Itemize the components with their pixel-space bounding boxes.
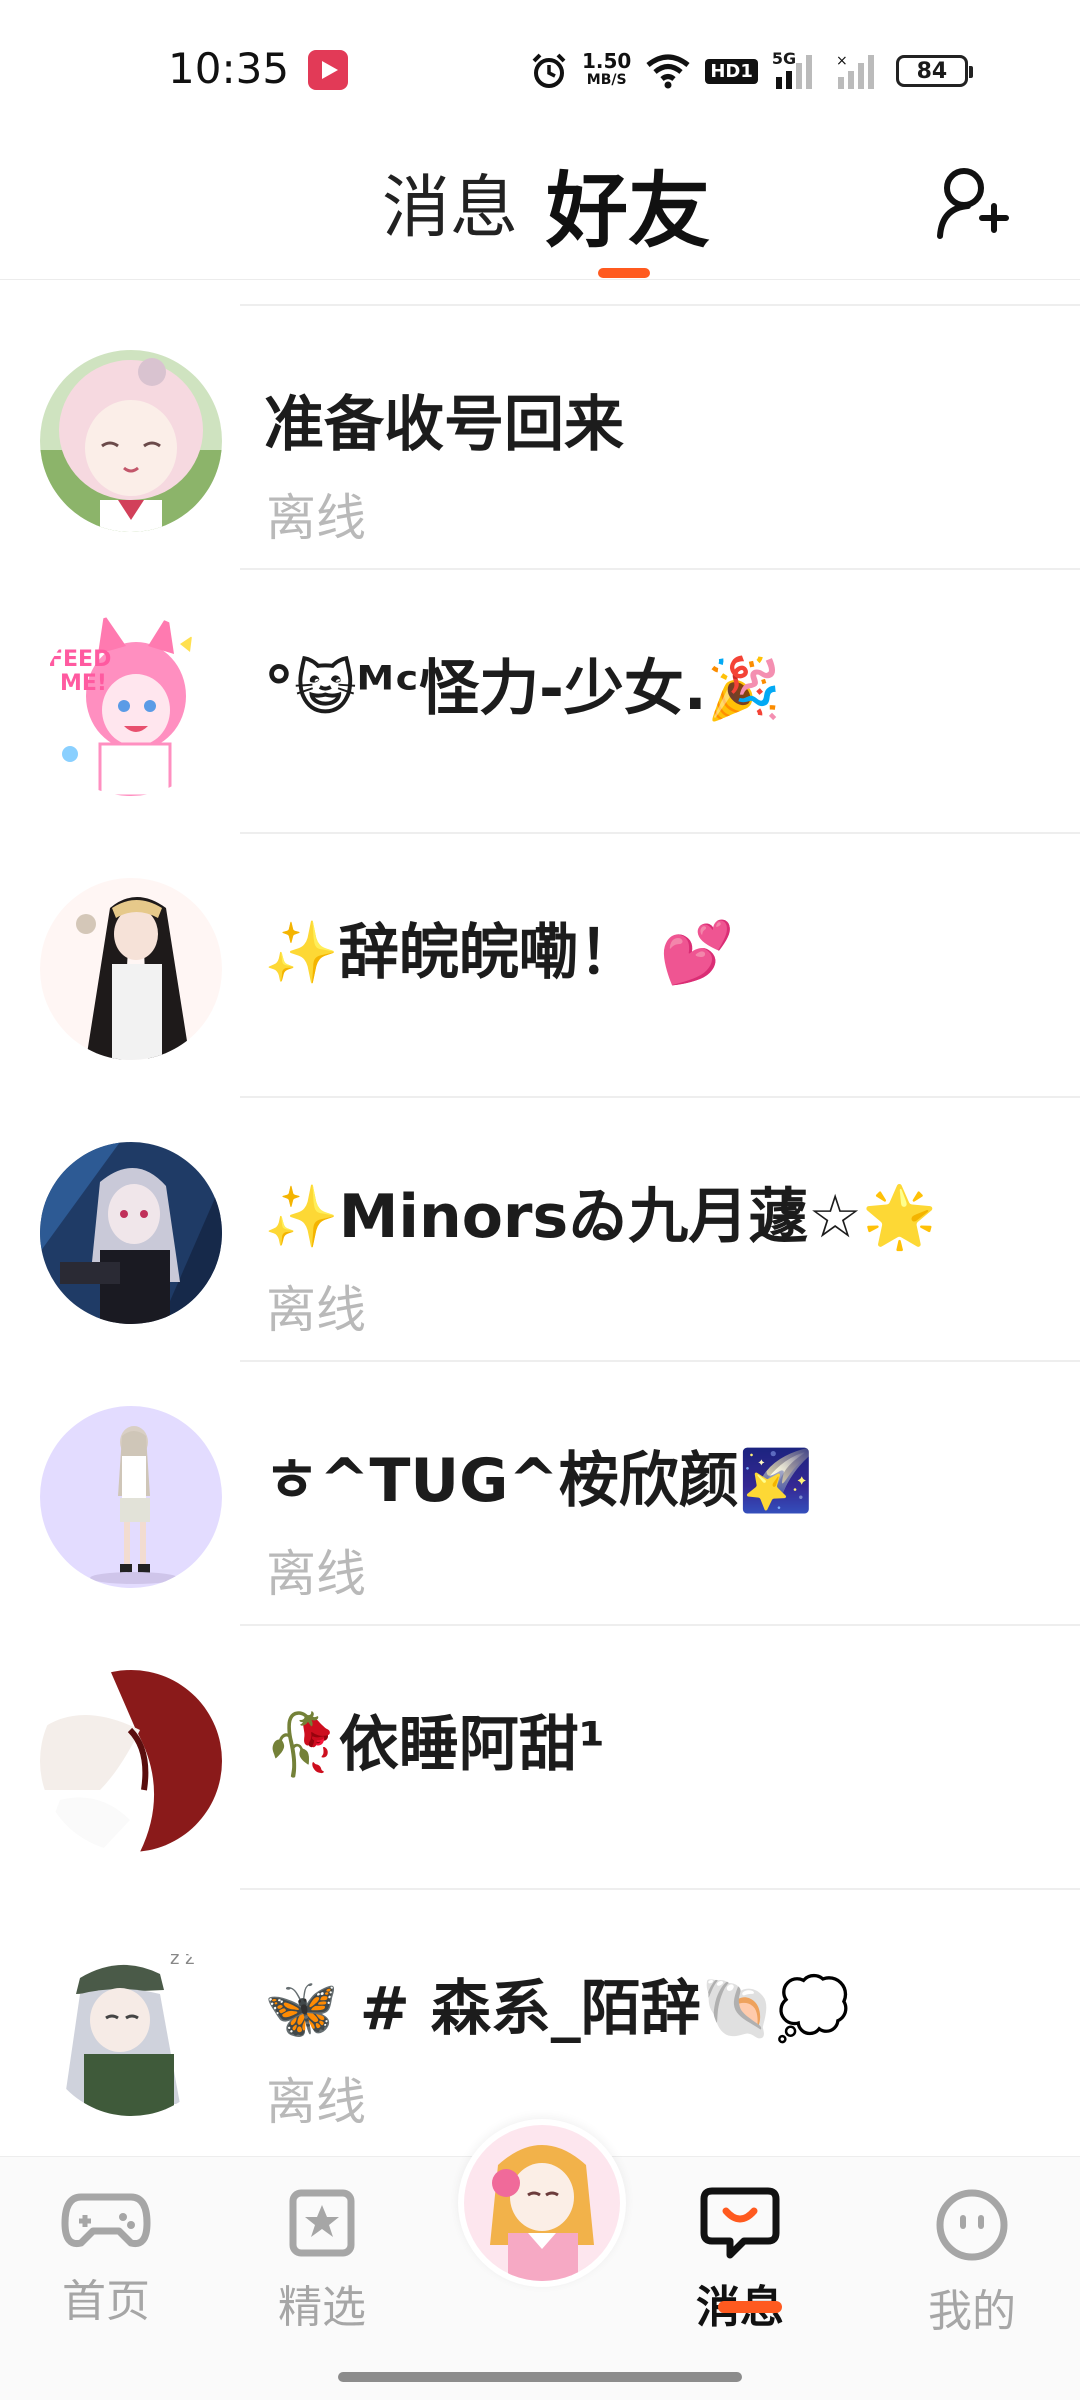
friend-status: 离线 [266, 489, 366, 547]
status-time: 10:35 [168, 44, 290, 93]
tab-friends[interactable]: 好友 [546, 144, 710, 263]
signal-empty-icon: × [836, 53, 874, 89]
active-tab-indicator [598, 268, 650, 278]
chat-bubble-icon [700, 2187, 780, 2259]
active-nav-indicator [718, 2301, 782, 2313]
friend-name: ㅎ^TUG^桉欣颜🌠 [264, 1446, 814, 1516]
nav-featured-label: 精选 [278, 2282, 366, 2333]
friend-status: 离线 [266, 1281, 366, 1339]
net-speed-unit: MB/S [586, 72, 627, 88]
friend-name: ✨辞皖皖嘞！ 💕 [264, 918, 735, 988]
center-avatar-button[interactable] [458, 2119, 626, 2287]
nav-home-label: 首页 [62, 2276, 150, 2327]
gamepad-icon [61, 2193, 151, 2248]
network-speed: 1.50 MB/S [582, 49, 632, 90]
tab-messages[interactable]: 消息 [382, 152, 518, 251]
alarm-icon [532, 53, 566, 88]
signal-5g-icon: 5G [772, 49, 820, 91]
row-divider [240, 1624, 1080, 1626]
friend-row[interactable]: ㅎ^TUG^桉欣颜🌠 离线 [0, 1336, 1080, 1603]
friend-status: 离线 [266, 1545, 366, 1603]
friend-name: °😺ᴹᶜ怪力-少女.🎉 [264, 654, 782, 724]
wifi-icon [646, 54, 690, 89]
avatar[interactable] [40, 350, 222, 532]
avatar[interactable] [40, 1142, 222, 1324]
star-bookmark-icon [289, 2189, 355, 2257]
smiley-face-icon [936, 2189, 1008, 2261]
svg-text:FEED: FEED [48, 647, 111, 672]
avatar[interactable] [40, 1406, 222, 1588]
friend-row[interactable]: 🥀依睡阿甜¹ [0, 1600, 1080, 1864]
friend-name: 🦋 # 森系_陌辞🐚💭 [264, 1974, 851, 2044]
row-divider [240, 568, 1080, 570]
friend-row[interactable]: 准备收号回来 离线 [0, 280, 1080, 547]
friend-row[interactable]: z z 🦋 # 森系_陌辞🐚💭 离线 [0, 1864, 1080, 2131]
nav-home[interactable]: 首页 [46, 2187, 166, 2329]
avatar[interactable]: FEED ME! [40, 614, 222, 796]
friend-status: 离线 [266, 2073, 366, 2131]
nav-me[interactable]: 我的 [912, 2187, 1032, 2339]
video-app-icon [308, 50, 348, 90]
svg-text:×: × [836, 53, 848, 69]
header: 消息 好友 [0, 130, 1080, 280]
home-indicator[interactable] [338, 2372, 742, 2382]
friend-row[interactable]: FEED ME! °😺ᴹᶜ怪力-少女.🎉 [0, 544, 1080, 808]
net-speed-value: 1.50 [582, 49, 632, 73]
avatar[interactable] [40, 878, 222, 1060]
status-icons: 1.50 MB/S HD1 5G × 84 [530, 46, 973, 96]
nav-me-label: 我的 [928, 2286, 1016, 2337]
row-divider [240, 304, 1080, 306]
row-divider [240, 832, 1080, 834]
nav-featured[interactable]: 精选 [262, 2187, 382, 2335]
svg-text:ME!: ME! [60, 671, 107, 696]
status-bar: 10:35 1.50 MB/S HD1 5G × 84 [0, 0, 1080, 130]
friend-list: 准备收号回来 离线 FEED ME! °😺ᴹᶜ怪力-少女.🎉 ✨辞皖皖嘞！ 💕 … [0, 280, 1080, 2131]
battery-indicator: 84 [895, 55, 973, 87]
row-divider [240, 1096, 1080, 1098]
friend-name: 准备收号回来 [264, 390, 624, 460]
svg-text:z z: z z [170, 1948, 195, 1969]
battery-level: 84 [916, 58, 948, 84]
avatar[interactable]: z z [40, 1934, 222, 2116]
hd-badge: HD1 [705, 58, 758, 84]
friend-name: 🥀依睡阿甜¹ [264, 1710, 605, 1780]
add-friend-icon[interactable] [934, 160, 1014, 250]
friend-name: ✨Minorsゐ九月蘧☆🌟 [264, 1182, 937, 1252]
friend-row[interactable]: ✨Minorsゐ九月蘧☆🌟 离线 [0, 1072, 1080, 1339]
row-divider [240, 1360, 1080, 1362]
friend-row[interactable]: ✨辞皖皖嘞！ 💕 [0, 808, 1080, 1072]
bottom-nav: 首页 精选 消息 [0, 2119, 1080, 2400]
row-divider [240, 1888, 1080, 1890]
avatar[interactable] [40, 1670, 222, 1852]
